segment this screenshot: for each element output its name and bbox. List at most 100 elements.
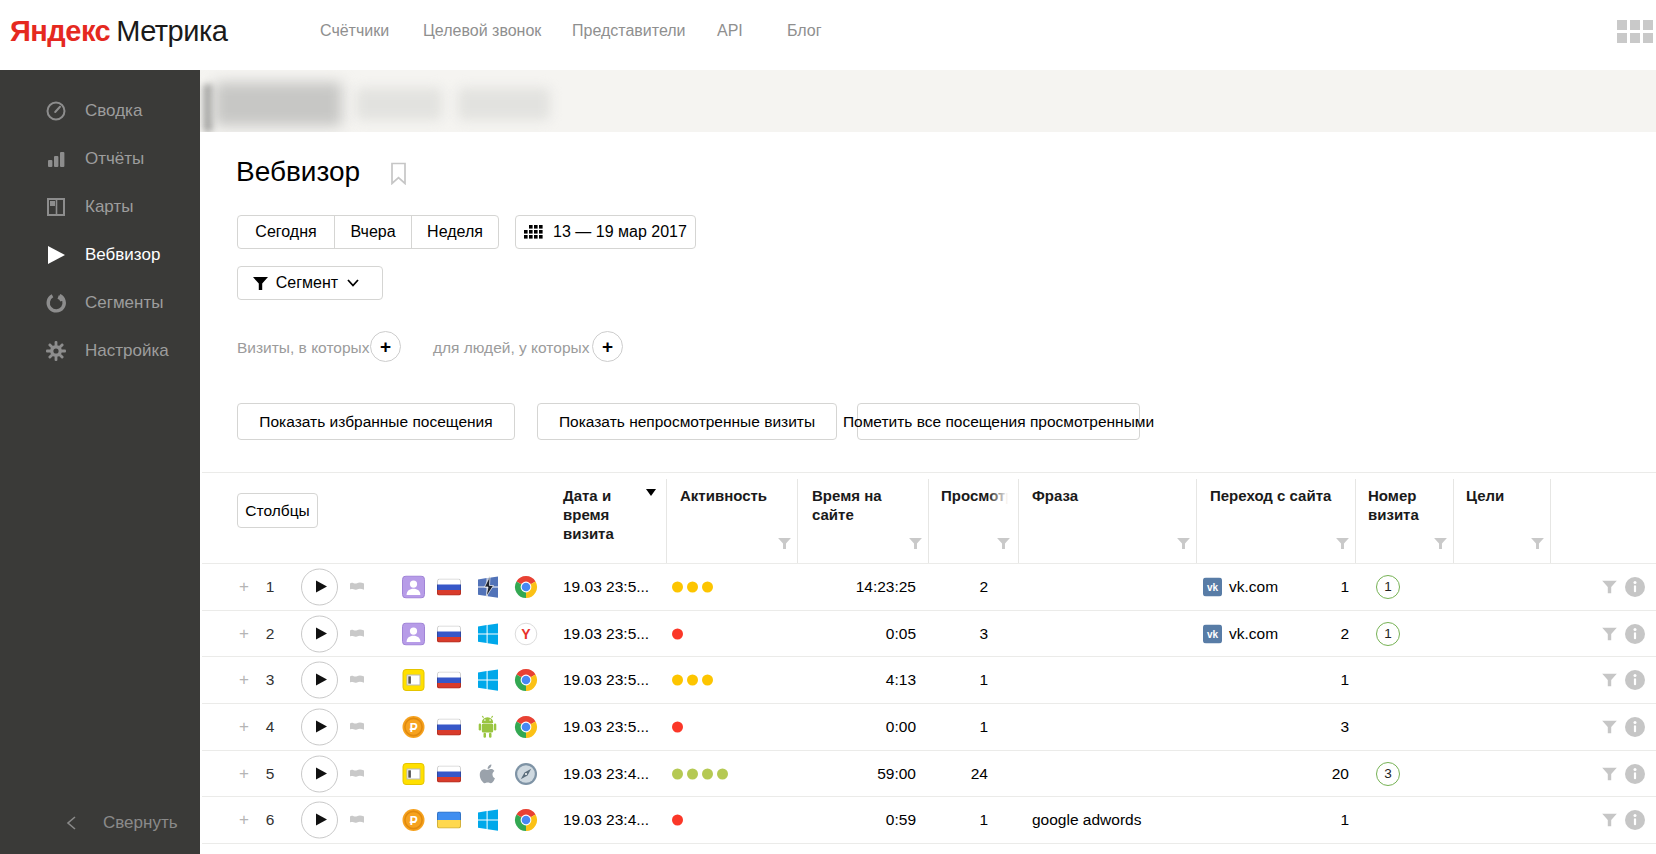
- action-button-3[interactable]: Пометить все посещения просмотренными: [857, 403, 1140, 440]
- info-icon[interactable]: [1625, 577, 1645, 597]
- bookmark-icon[interactable]: [390, 162, 407, 189]
- add-visit-condition-button[interactable]: +: [370, 331, 401, 362]
- row-add-icon[interactable]: +: [239, 810, 249, 830]
- sort-desc-icon[interactable]: [646, 489, 656, 496]
- os-icon: [477, 809, 499, 831]
- info-icon[interactable]: [1625, 717, 1645, 737]
- column-filter-icon[interactable]: [997, 535, 1010, 553]
- phrase: google adwords: [1032, 811, 1141, 829]
- col-header-goals[interactable]: Цели: [1466, 486, 1504, 505]
- row-filter-icon[interactable]: [1602, 580, 1617, 593]
- col-header-referral[interactable]: Переход с сайта: [1210, 486, 1331, 505]
- flag-marker-icon[interactable]: [349, 673, 365, 687]
- referral-site[interactable]: vkvk.com: [1203, 624, 1278, 643]
- topnav-5[interactable]: Блог: [787, 22, 822, 40]
- sidebar-item-6[interactable]: Настройка: [0, 336, 200, 366]
- views-count: 2: [928, 578, 988, 596]
- yandex-metrika-logo[interactable]: ЯндексМетрика: [10, 15, 227, 48]
- column-filter-icon[interactable]: [1531, 535, 1544, 553]
- col-header-date[interactable]: Дата и время визита: [563, 486, 651, 543]
- row-filter-icon[interactable]: [1602, 767, 1617, 780]
- redacted-blob: [458, 88, 550, 120]
- play-button[interactable]: [301, 708, 338, 745]
- row-filter-icon[interactable]: [1602, 627, 1617, 640]
- sidebar-item-4[interactable]: Вебвизор: [0, 240, 200, 270]
- column-filter-icon[interactable]: [778, 535, 791, 553]
- col-header-phrase[interactable]: Фраза: [1032, 486, 1078, 505]
- row-add-icon[interactable]: +: [239, 624, 249, 644]
- visits-condition-label: Визиты, в которых: [237, 339, 369, 357]
- apps-grid-icon[interactable]: [1617, 20, 1653, 43]
- user-avatar-icon: [402, 575, 425, 598]
- sidebar-item-3[interactable]: Карты: [0, 192, 200, 222]
- redacted-blob: [214, 82, 342, 126]
- column-filter-icon[interactable]: [1177, 535, 1190, 553]
- table-row: +319.03 23:5...4:1311: [0, 656, 1656, 703]
- flag-marker-icon[interactable]: [349, 627, 365, 641]
- row-filter-icon[interactable]: [1602, 673, 1617, 686]
- row-add-icon[interactable]: +: [239, 670, 249, 690]
- flag-marker-icon[interactable]: [349, 813, 365, 827]
- date-range-button[interactable]: 13 — 19 мар 2017: [515, 215, 696, 249]
- date-preset-1[interactable]: Сегодня: [238, 216, 335, 248]
- row-filter-icon[interactable]: [1602, 813, 1617, 826]
- col-header-time[interactable]: Время на сайте: [812, 486, 912, 524]
- action-button-2[interactable]: Показать непросмотренные визиты: [537, 403, 837, 440]
- col-header-views[interactable]: Просмотры: [941, 486, 1008, 505]
- chrome-icon: [514, 715, 538, 739]
- info-icon: [1625, 670, 1645, 690]
- table-row: +519.03 23:4...59:0024203: [0, 750, 1656, 797]
- windows-icon: [477, 809, 499, 831]
- country-flag-icon: [437, 625, 461, 642]
- column-filter-icon[interactable]: [1434, 535, 1447, 553]
- apple-icon: [477, 763, 496, 785]
- row-add-icon[interactable]: +: [239, 717, 249, 737]
- col-header-activity[interactable]: Активность: [680, 486, 767, 505]
- topnav-4[interactable]: API: [717, 22, 743, 40]
- segment-button[interactable]: Сегмент: [237, 266, 383, 300]
- flag-marker-icon[interactable]: [349, 580, 365, 594]
- info-icon: [1625, 577, 1645, 597]
- topnav-3[interactable]: Представители: [572, 22, 686, 40]
- funnel-icon: [1602, 767, 1617, 780]
- flag-marker-icon[interactable]: [349, 767, 365, 781]
- info-icon[interactable]: [1625, 764, 1645, 784]
- sidebar-item-label: Вебвизор: [85, 245, 160, 265]
- row-add-icon[interactable]: +: [239, 577, 249, 597]
- columns-button[interactable]: Столбцы: [237, 493, 318, 528]
- add-people-condition-button[interactable]: +: [592, 331, 623, 362]
- column-filter-icon[interactable]: [1336, 535, 1349, 553]
- flag-marker-icon: [349, 673, 365, 687]
- goals-badge[interactable]: 1: [1376, 622, 1400, 646]
- topnav-2[interactable]: Целевой звонок: [423, 22, 541, 40]
- row-add-icon[interactable]: +: [239, 764, 249, 784]
- date-preset-3[interactable]: Неделя: [412, 216, 498, 248]
- table-divider: [202, 843, 1656, 844]
- action-button-1[interactable]: Показать избранные посещения: [237, 403, 515, 440]
- play-button[interactable]: [301, 801, 338, 838]
- info-icon[interactable]: [1625, 810, 1645, 830]
- info-icon[interactable]: [1625, 624, 1645, 644]
- play-button[interactable]: [301, 755, 338, 792]
- play-button[interactable]: [301, 661, 338, 698]
- play-button[interactable]: [301, 568, 338, 605]
- info-icon[interactable]: [1625, 670, 1645, 690]
- column-filter-icon[interactable]: [909, 535, 922, 553]
- user-avatar-icon: [402, 622, 425, 645]
- visit-number: 1: [1279, 578, 1349, 596]
- browser-icon: Y: [514, 622, 538, 646]
- row-filter-icon[interactable]: [1602, 720, 1617, 733]
- play-button[interactable]: [301, 615, 338, 652]
- sidebar-item-1[interactable]: Сводка: [0, 96, 200, 126]
- referral-site[interactable]: vkvk.com: [1203, 577, 1278, 596]
- goals-badge[interactable]: 3: [1376, 762, 1400, 786]
- goals-badge[interactable]: 1: [1376, 575, 1400, 599]
- sidebar-item-2[interactable]: Отчёты: [0, 144, 200, 174]
- topnav-1[interactable]: Счётчики: [320, 22, 389, 40]
- date-preset-2[interactable]: Вчера: [335, 216, 412, 248]
- flag-marker-icon: [349, 767, 365, 781]
- calendar-icon: [524, 225, 543, 239]
- col-header-visit-number[interactable]: Номер визита: [1368, 486, 1438, 524]
- sidebar-item-5[interactable]: Сегменты: [0, 288, 200, 318]
- flag-marker-icon[interactable]: [349, 720, 365, 734]
